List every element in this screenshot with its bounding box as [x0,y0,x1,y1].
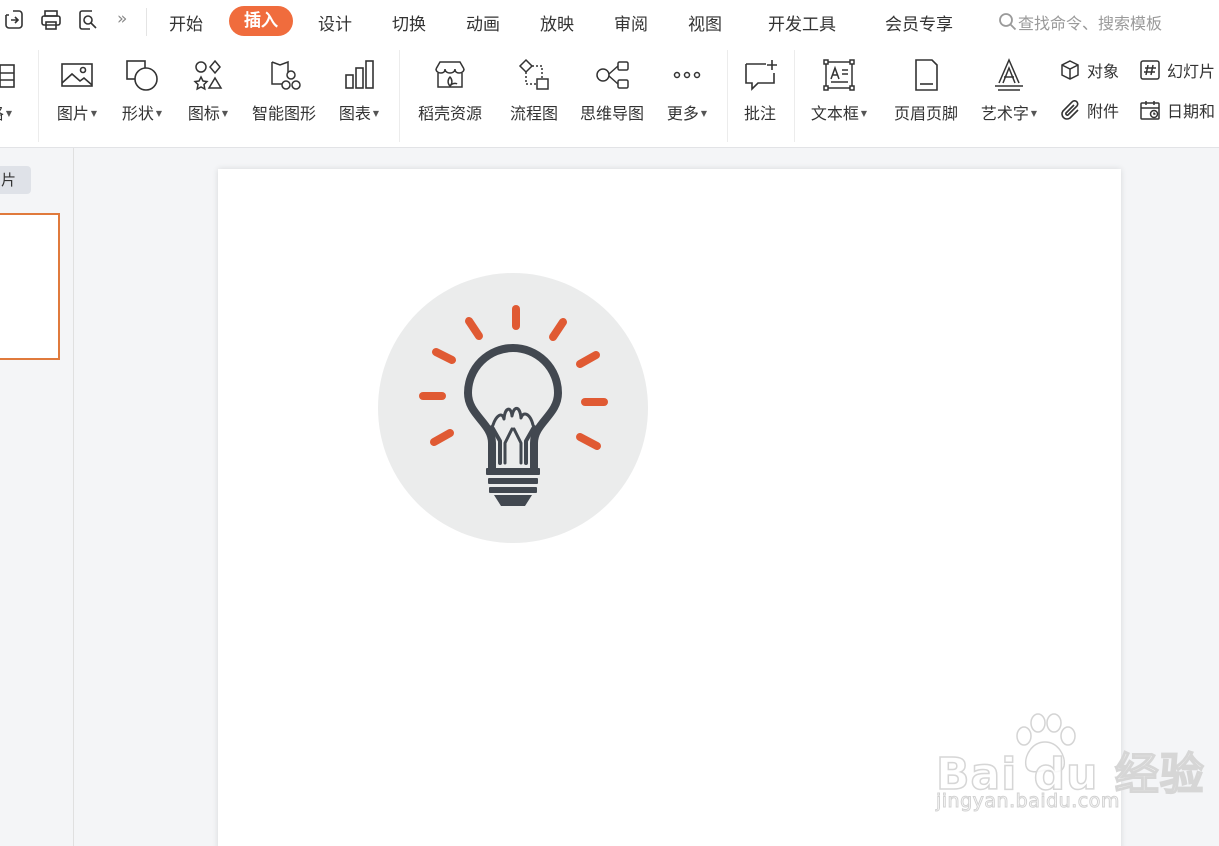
table-button[interactable]: 格▼ [0,56,22,124]
flowchart-label: 流程图 [509,104,558,123]
docer-store-icon [412,56,488,94]
picture-button[interactable]: 图片 ▼ [50,56,104,124]
comment-button[interactable]: 批注 [738,56,782,124]
flowchart-button[interactable]: 流程图 [502,56,566,124]
picture-icon [50,56,104,94]
divider [146,8,147,36]
smartart-button[interactable]: 智能图形 [246,56,322,124]
dropdown-caret-icon: ▼ [372,109,380,118]
divider [794,50,795,142]
docer-store-label: 稻壳资源 [417,104,482,123]
date-time-label: 日期和 [1167,102,1216,121]
dropdown-caret-icon: ▼ [5,109,13,118]
tab-review[interactable]: 审阅 [614,10,648,35]
command-search[interactable]: 查找命令、搜索模板 [998,10,1162,34]
chart-label: 图表 [338,104,371,123]
shape-icon [114,56,170,94]
wordart-label: 艺术字 [980,104,1029,123]
more-button[interactable]: 更多 ▼ [660,56,714,124]
header-footer-label: 页眉页脚 [893,104,958,123]
header-footer-icon [888,56,964,94]
more-dots-icon [660,56,714,94]
wordart-icon [974,56,1044,94]
textbox-icon [804,56,874,94]
tab-transitions[interactable]: 切换 [392,10,426,35]
tab-developer[interactable]: 开发工具 [768,10,836,35]
attachment-button[interactable]: 附件 [1058,98,1119,122]
calendar-icon [1140,101,1160,120]
shape-button[interactable]: 形状 ▼ [114,56,170,124]
icons-label: 图标 [187,104,220,123]
dropdown-caret-icon: ▼ [221,109,229,118]
menu-tab-bar: » 开始 插入 设计 切换 动画 放映 审阅 视图 开发工具 会员专享 查找命令… [0,0,1219,44]
tab-slideshow[interactable]: 放映 [540,10,574,35]
mindmap-label: 思维导图 [579,104,644,123]
divider [727,50,728,142]
object-button[interactable]: 对象 [1058,58,1119,82]
wordart-button[interactable]: 艺术字 ▼ [974,56,1044,124]
dropdown-caret-icon: ▼ [155,109,163,118]
mindmap-button[interactable]: 思维导图 [574,56,650,124]
shape-label: 形状 [121,104,154,123]
divider [399,50,400,142]
slide-number-button[interactable]: 幻灯片 [1138,58,1215,82]
more-label: 更多 [666,104,699,123]
dropdown-caret-icon: ▼ [860,109,868,118]
header-footer-button[interactable]: 页眉页脚 [888,56,964,124]
tab-animations[interactable]: 动画 [466,10,500,35]
divider [38,50,39,142]
icons-icon [180,56,236,94]
smartart-icon [246,56,322,94]
comment-icon [738,56,782,94]
more-quick-actions-icon[interactable]: » [117,9,127,29]
slide-canvas[interactable] [218,169,1121,846]
search-placeholder: 查找命令、搜索模板 [1018,14,1163,33]
slide-number-label: 幻灯片 [1167,62,1216,81]
chart-button[interactable]: 图表 ▼ [332,56,386,124]
tab-view[interactable]: 视图 [688,10,722,35]
docer-store-button[interactable]: 稻壳资源 [412,56,488,124]
print-icon[interactable] [40,9,62,33]
dropdown-caret-icon: ▼ [90,109,98,118]
dropdown-caret-icon: ▼ [1030,109,1038,118]
mindmap-icon [574,56,650,94]
chart-icon [332,56,386,94]
dropdown-caret-icon: ▼ [700,109,708,118]
smartart-label: 智能图形 [251,104,316,123]
lightbulb-icon[interactable] [378,273,648,543]
tab-insert[interactable]: 插入 [229,6,293,36]
search-icon [999,13,1017,31]
slide-thumbnail-pane: 片 [0,148,74,846]
object-icon [1061,60,1079,80]
table-icon [0,56,22,94]
tab-design[interactable]: 设计 [318,10,352,35]
textbox-button[interactable]: 文本框 ▼ [804,56,874,124]
object-label: 对象 [1087,62,1120,81]
picture-label: 图片 [56,104,89,123]
slide-thumbnail[interactable] [0,213,60,360]
slides-tab[interactable]: 片 [0,166,31,194]
flowchart-icon [502,56,566,94]
export-icon[interactable] [4,9,26,33]
attachment-label: 附件 [1087,102,1120,121]
tab-home[interactable]: 开始 [169,10,203,35]
tab-member[interactable]: 会员专享 [885,10,953,35]
print-preview-icon[interactable] [77,9,99,33]
insert-ribbon: 格▼ 图片▼ 形状▼ 图标▼ 智能图形 图表▼ 稻壳资源 [0,44,1219,148]
paperclip-icon [1061,100,1079,120]
slide-number-icon [1140,60,1160,80]
table-label: 格 [0,104,4,123]
comment-label: 批注 [743,104,776,123]
textbox-label: 文本框 [810,104,859,123]
icons-button[interactable]: 图标 ▼ [180,56,236,124]
date-time-button[interactable]: 日期和 [1138,98,1215,122]
